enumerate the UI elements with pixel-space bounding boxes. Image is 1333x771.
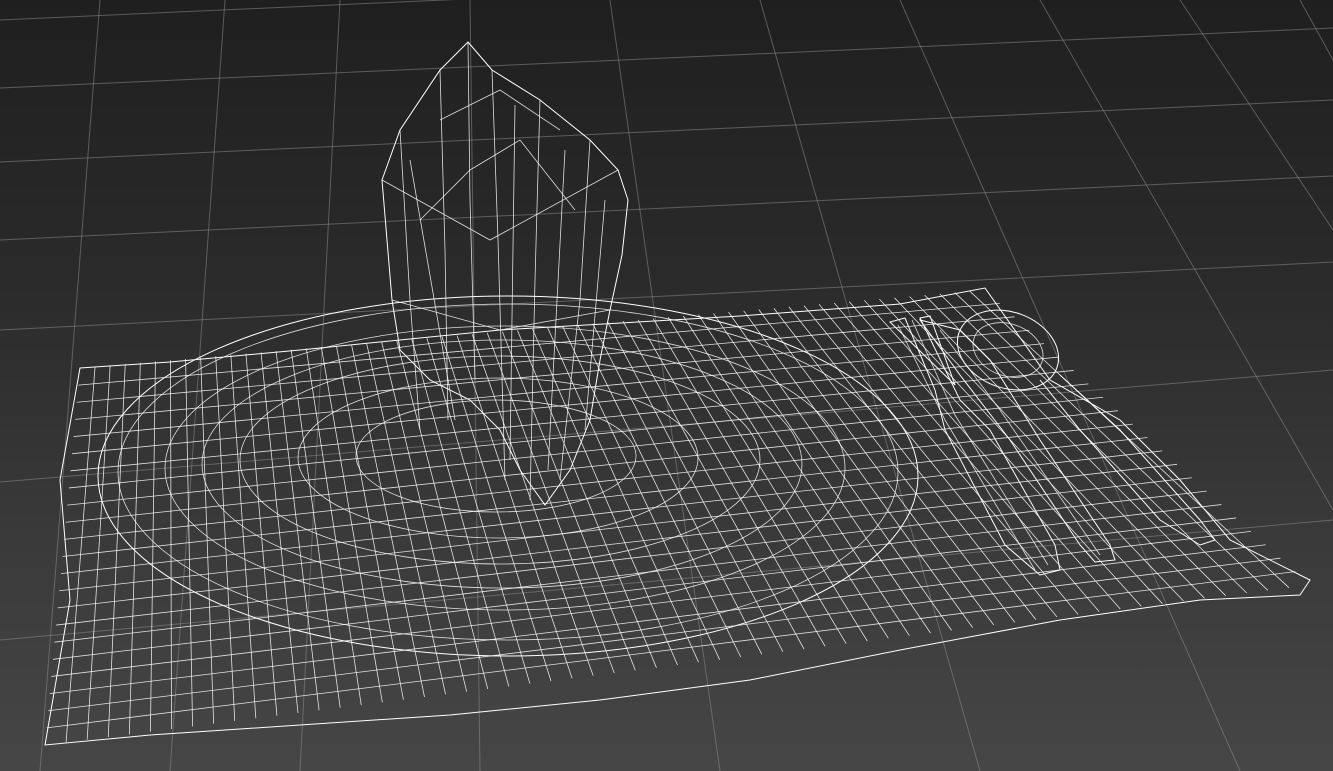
knife-wireframe[interactable] [918,319,1116,563]
scene-canvas[interactable] [0,0,1333,771]
mesh-edge [48,557,1281,712]
mesh-edge [56,490,1207,626]
mesh-edge [65,410,1118,523]
mesh-edge [46,571,1296,729]
mesh-edge [78,303,1000,386]
napkin-wireframe[interactable] [381,41,629,506]
mesh-edge [57,477,1192,609]
mesh-edge [68,383,1089,489]
mesh-edge [67,396,1104,506]
ground-grid [0,0,1333,771]
viewport-perspective[interactable] [0,0,1333,771]
placemat-wireframe[interactable] [44,287,1311,746]
spoon-wireframe[interactable] [946,297,1216,546]
